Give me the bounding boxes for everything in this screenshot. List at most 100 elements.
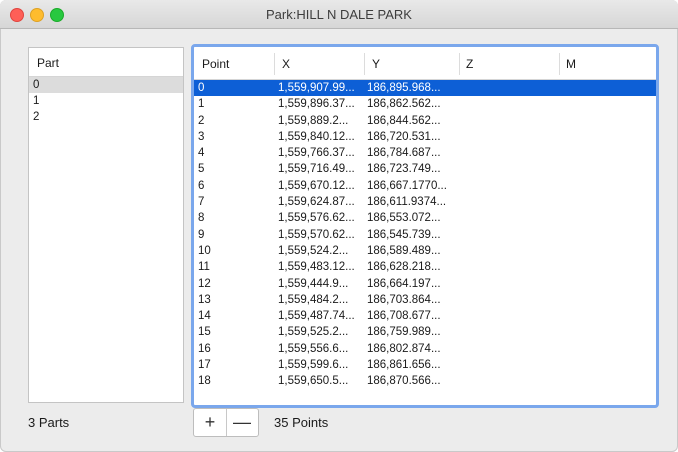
point-index-cell: 6 — [198, 179, 205, 192]
x-value-cell: 1,559,487.74... — [278, 310, 355, 323]
x-value-cell: 1,559,483.12... — [278, 261, 355, 274]
point-row[interactable]: 13 1,559,484.2... 186,703.864... — [194, 292, 656, 308]
point-row[interactable]: 16 1,559,556.6... 186,802.874... — [194, 341, 656, 357]
y-value-cell: 186,844.562... — [367, 114, 441, 127]
title-bar: Park:HILL N DALE PARK — [0, 0, 678, 29]
point-row[interactable]: 10 1,559,524.2... 186,589.489... — [194, 243, 656, 259]
y-value-cell: 186,611.9374... — [367, 196, 447, 209]
y-value-cell: 186,664.197... — [367, 277, 441, 290]
point-index-cell: 12 — [198, 277, 211, 290]
point-row[interactable]: 11 1,559,483.12... 186,628.218... — [194, 259, 656, 275]
point-row[interactable]: 5 1,559,716.49... 186,723.749... — [194, 161, 656, 177]
x-value-cell: 1,559,524.2... — [278, 244, 349, 257]
x-value-cell: 1,559,599.6... — [278, 359, 349, 372]
y-value-cell: 186,759.989... — [367, 326, 441, 339]
x-value-cell: 1,559,889.2... — [278, 114, 349, 127]
y-value-cell: 186,802.874... — [367, 342, 441, 355]
parts-table-header[interactable]: Part — [29, 48, 183, 77]
point-index-cell: 13 — [198, 293, 211, 306]
x-value-cell: 1,559,576.62... — [278, 212, 355, 225]
y-value-cell: 186,703.864... — [367, 293, 441, 306]
x-value-cell: 1,559,716.49... — [278, 163, 355, 176]
point-row[interactable]: 4 1,559,766.37... 186,784.687... — [194, 145, 656, 161]
point-index-cell: 0 — [198, 82, 205, 94]
x-column-header[interactable]: X — [282, 57, 290, 71]
m-column-header[interactable]: M — [566, 57, 576, 71]
y-value-cell: 186,895.968... — [367, 82, 441, 94]
y-value-cell: 186,720.531... — [367, 130, 441, 143]
z-column-header[interactable]: Z — [466, 57, 473, 71]
point-row[interactable]: 15 1,559,525.2... 186,759.989... — [194, 324, 656, 340]
point-index-cell: 16 — [198, 342, 211, 355]
x-value-cell: 1,559,670.12... — [278, 179, 355, 192]
add-remove-segmented-control: + — — [193, 408, 259, 437]
part-row[interactable]: 2 — [29, 109, 183, 125]
y-column-header[interactable]: Y — [372, 57, 380, 71]
part-row[interactable]: 0 — [29, 77, 183, 93]
x-value-cell: 1,559,650.5... — [278, 375, 349, 388]
y-value-cell: 186,667.1770... — [367, 179, 447, 192]
point-column-header[interactable]: Point — [202, 57, 229, 71]
point-index-cell: 14 — [198, 310, 211, 323]
y-value-cell: 186,861.656... — [367, 359, 441, 372]
part-row[interactable]: 1 — [29, 93, 183, 109]
y-value-cell: 186,589.489... — [367, 244, 441, 257]
point-index-cell: 15 — [198, 326, 211, 339]
parts-table-body: 012 — [29, 77, 183, 125]
x-value-cell: 1,559,840.12... — [278, 130, 355, 143]
point-index-cell: 3 — [198, 130, 205, 143]
x-value-cell: 1,559,766.37... — [278, 147, 355, 160]
x-value-cell: 1,559,484.2... — [278, 293, 349, 306]
point-row[interactable]: 9 1,559,570.62... 186,545.739... — [194, 227, 656, 243]
point-index-cell: 5 — [198, 163, 205, 176]
column-divider[interactable] — [459, 53, 460, 75]
point-index-cell: 7 — [198, 196, 205, 209]
x-value-cell: 1,559,624.87... — [278, 196, 355, 209]
y-value-cell: 186,708.677... — [367, 310, 441, 323]
point-row[interactable]: 6 1,559,670.12... 186,667.1770... — [194, 178, 656, 194]
y-value-cell: 186,862.562... — [367, 98, 441, 111]
x-value-cell: 1,559,525.2... — [278, 326, 349, 339]
x-value-cell: 1,559,907.99... — [278, 82, 355, 94]
points-count-label: 35 Points — [274, 415, 329, 430]
y-value-cell: 186,628.218... — [367, 261, 441, 274]
point-row[interactable]: 7 1,559,624.87... 186,611.9374... — [194, 194, 656, 210]
point-index-cell: 17 — [198, 359, 211, 372]
point-row[interactable]: 18 1,559,650.5... 186,870.566... — [194, 373, 656, 389]
point-row[interactable]: 17 1,559,599.6... 186,861.656... — [194, 357, 656, 373]
points-table-header: Point X Y Z M — [194, 47, 656, 80]
y-value-cell: 186,723.749... — [367, 163, 441, 176]
point-index-cell: 9 — [198, 228, 205, 241]
point-row[interactable]: 12 1,559,444.9... 186,664.197... — [194, 276, 656, 292]
y-value-cell: 186,870.566... — [367, 375, 441, 388]
point-row[interactable]: 3 1,559,840.12... 186,720.531... — [194, 129, 656, 145]
point-index-cell: 4 — [198, 147, 205, 160]
point-row[interactable]: 2 1,559,889.2... 186,844.562... — [194, 113, 656, 129]
point-row[interactable]: 0 1,559,907.99... 186,895.968... — [194, 80, 656, 97]
point-row[interactable]: 14 1,559,487.74... 186,708.677... — [194, 308, 656, 324]
point-row[interactable]: 8 1,559,576.62... 186,553.072... — [194, 210, 656, 226]
x-value-cell: 1,559,444.9... — [278, 277, 349, 290]
point-index-cell: 8 — [198, 212, 205, 225]
point-index-cell: 2 — [198, 114, 205, 127]
window-title: Park:HILL N DALE PARK — [266, 7, 412, 22]
column-divider[interactable] — [559, 53, 560, 75]
column-divider[interactable] — [274, 53, 275, 75]
parts-table[interactable]: Part 012 — [28, 47, 184, 403]
part-column-header[interactable]: Part — [37, 56, 59, 70]
points-table[interactable]: Point X Y Z M 0 1,559,907.99... 186,895.96… — [191, 44, 659, 408]
point-index-cell: 10 — [198, 244, 211, 257]
point-index-cell: 1 — [198, 98, 205, 111]
remove-point-button[interactable]: — — [226, 409, 258, 436]
x-value-cell: 1,559,570.62... — [278, 228, 355, 241]
points-table-body: 0 1,559,907.99... 186,895.968... 1 1,559,896… — [194, 80, 656, 405]
column-divider[interactable] — [364, 53, 365, 75]
x-value-cell: 1,559,556.6... — [278, 342, 349, 355]
y-value-cell: 186,545.739... — [367, 228, 441, 241]
point-row[interactable]: 1 1,559,896.37... 186,862.562... — [194, 96, 656, 112]
add-point-button[interactable]: + — [194, 409, 227, 436]
y-value-cell: 186,784.687... — [367, 147, 441, 160]
window: Park:HILL N DALE PARK Part 012 Point X Y… — [0, 0, 678, 452]
x-value-cell: 1,559,896.37... — [278, 98, 355, 111]
point-index-cell: 11 — [198, 261, 210, 274]
